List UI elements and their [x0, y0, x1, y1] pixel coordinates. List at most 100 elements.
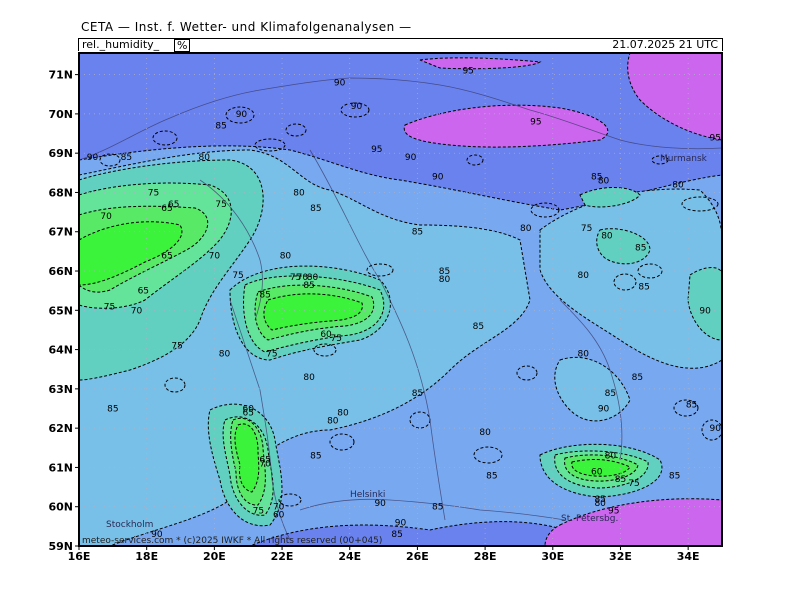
contour-label: 65 [168, 200, 179, 210]
contour-label: 80 [293, 188, 305, 198]
contour-label: 85 [215, 122, 226, 132]
contour-label: 90 [395, 518, 407, 528]
contour-label: 80 [219, 350, 231, 360]
contour-label: 75 [253, 507, 264, 517]
contour-label: 65 [242, 408, 253, 418]
place-stockholm: Stockholm [106, 520, 153, 530]
contour-label: 85 [412, 228, 423, 238]
lat-label: 62N [48, 422, 73, 435]
contour-label: 80 [520, 224, 532, 234]
contour-label: 90 [87, 153, 99, 163]
contour-label: 85 [473, 322, 484, 332]
contour-label: 85 [432, 503, 443, 513]
lon-label: 22E [271, 550, 294, 563]
contour-label: 80 [198, 153, 210, 163]
contour-label: 85 [412, 389, 423, 399]
header-title: CETA — Inst. f. Wetter- und Klimafolgena… [81, 20, 412, 34]
lon-label: 28E [474, 550, 497, 563]
lat-label: 71N [48, 69, 73, 82]
contour-label: 80 [605, 452, 617, 462]
lat-label: 66N [48, 265, 73, 278]
lon-label: 30E [541, 550, 564, 563]
lon-label: 24E [338, 550, 361, 563]
contour-label: 90 [432, 173, 444, 183]
contour-label: 90 [699, 306, 711, 316]
contour-label: 80 [672, 181, 684, 191]
contour-label: 85 [259, 291, 270, 301]
contour-label: 80 [578, 271, 590, 281]
valid-datetime: 21.07.2025 21 UTC [612, 38, 718, 51]
lat-label: 65N [48, 304, 73, 317]
contour-label: 80 [280, 251, 292, 261]
lat-label: 67N [48, 226, 73, 239]
contour-label: 90 [236, 110, 248, 120]
contour-label: 90 [598, 405, 610, 415]
contour-label: 75 [330, 334, 341, 344]
contour-label: 70 [100, 212, 112, 222]
lat-label: 68N [48, 186, 73, 199]
lon-label: 32E [609, 550, 632, 563]
lon-label: 34E [677, 550, 700, 563]
contour-label: 85 [486, 471, 497, 481]
contour-label: 80 [337, 408, 349, 418]
lat-label: 60N [48, 501, 73, 514]
humidity-map: 959595959090908590 85 80 909080857575656570… [48, 52, 723, 563]
contour-label: 90 [710, 424, 722, 434]
contour-label: 80 [578, 350, 590, 360]
lat-label: 61N [48, 461, 73, 474]
contour-label: 90 [405, 153, 417, 163]
place-murmansk: Murmansk [660, 154, 708, 164]
contour-label: 85 [615, 475, 626, 485]
contour-label: 65 [161, 251, 172, 261]
contour-label: 95 [710, 133, 721, 143]
contour-label: 90 [374, 499, 386, 509]
contour-label: 65 [138, 287, 149, 297]
lat-label: 69N [48, 147, 73, 160]
contour-label: 90 [334, 78, 346, 88]
contour-label: 75 [266, 350, 277, 360]
contour-label: 80 [439, 275, 451, 285]
contour-label: 85 [669, 471, 680, 481]
contour-label: 75 [581, 224, 592, 234]
contour-label: 85 [638, 283, 649, 293]
lon-label: 16E [68, 550, 91, 563]
humidity-field [79, 53, 722, 546]
contour-label: 80 [303, 373, 315, 383]
header-bar: rel._humidity_ % 21.07.2025 21 UTC [78, 38, 723, 52]
contour-label: 85 [121, 153, 132, 163]
contour-label: 75 [215, 200, 226, 210]
contour-label: 80 [594, 499, 606, 509]
copyright-footer: meteo-services.com * (c)2025 IWKF * All … [82, 536, 382, 546]
contour-label: 85 [632, 373, 643, 383]
contour-label: 75 [232, 271, 243, 281]
contour-label: 75 [104, 302, 115, 312]
lon-label: 20E [203, 550, 226, 563]
place-helsinki: Helsinki [350, 490, 385, 500]
contour-label: 95 [371, 145, 382, 155]
parameter-label: rel._humidity_ [82, 38, 160, 51]
contour-label: 90 [351, 102, 363, 112]
contour-label: 85 [303, 281, 314, 291]
unit-box: % [174, 39, 191, 52]
contour-label: 70 [209, 251, 221, 261]
lat-label: 63N [48, 383, 73, 396]
contour-label: 95 [530, 118, 541, 128]
contour-label: 60 [273, 511, 285, 521]
contour-label: 80 [601, 232, 613, 242]
contour-label: 85 [310, 452, 321, 462]
contour-label: 75 [628, 479, 639, 489]
contour-label: 75 [171, 342, 182, 352]
contour-label: 60 [591, 467, 603, 477]
contour-label: 70 [131, 306, 143, 316]
contour-label: 95 [462, 67, 473, 77]
contour-label: 80 [598, 177, 610, 187]
longitude-axis: 16E 18E 20E 22E 24E 26E 28E 30E 32E 34E [68, 546, 700, 563]
contour-label: 85 [605, 389, 616, 399]
contour-label: 85 [107, 405, 118, 415]
contour-label: 85 [310, 204, 321, 214]
contour-label: 80 [479, 428, 491, 438]
contour-label: 75 [148, 188, 159, 198]
latitude-axis: 71N70N69N68N67N66N65N64N63N62N61N60N59N [48, 69, 79, 553]
lat-label: 64N [48, 344, 73, 357]
contour-label: 85 [391, 530, 402, 540]
